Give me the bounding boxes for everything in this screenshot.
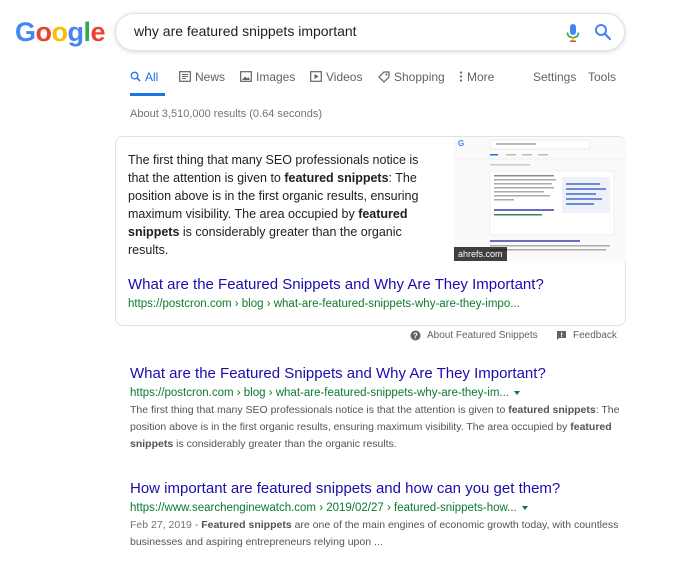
logo-letter: e (90, 17, 106, 47)
result-url[interactable]: https://www.searchenginewatch.com › 2019… (130, 502, 630, 514)
more-vert-icon (459, 71, 463, 82)
about-featured-snippets-label: About Featured Snippets (427, 330, 538, 341)
tab-label: Images (256, 70, 296, 84)
chevron-down-icon[interactable] (521, 506, 528, 510)
featured-snippet-image[interactable]: G ahrefs.com (454, 137, 626, 261)
image-icon (240, 71, 252, 82)
logo-letter: o (51, 17, 69, 47)
logo-letter: g (67, 17, 85, 47)
search-result: How important are featured snippets and … (130, 480, 630, 551)
bold-text-segment: featured snippets (284, 171, 389, 185)
result-url-text: https://postcron.com › blog › what-are-f… (130, 387, 510, 399)
tab-settings[interactable]: Settings (533, 70, 576, 96)
tab-all[interactable]: All (130, 70, 166, 96)
bold-text-segment: Featured snippets (201, 519, 292, 531)
newspaper-icon (179, 71, 191, 82)
result-description: The first thing that many SEO profession… (130, 402, 630, 453)
result-date: Feb 27, 2019 - (130, 519, 202, 531)
svg-text:?: ? (413, 331, 418, 340)
video-icon (310, 71, 322, 82)
search-input[interactable] (134, 23, 554, 39)
tab-images[interactable]: Images (240, 70, 295, 96)
tab-label: Shopping (394, 70, 445, 84)
bold-text-segment: featured snippets (508, 404, 596, 416)
serp-screenshot-thumbnail: G (454, 137, 626, 261)
feedback-link[interactable]: Feedback (556, 330, 617, 341)
search-icon (130, 71, 141, 82)
chevron-down-icon[interactable] (514, 391, 521, 395)
logo-letter: l (83, 17, 92, 47)
svg-text:G: G (458, 139, 464, 148)
tab-label: Videos (326, 70, 363, 84)
tab-tools[interactable]: Tools (588, 70, 616, 96)
search-result: What are the Featured Snippets and Why A… (130, 365, 630, 453)
google-logo[interactable]: Google (15, 17, 106, 48)
tab-videos[interactable]: Videos (310, 70, 362, 96)
result-title-link[interactable]: How important are featured snippets and … (130, 480, 630, 497)
feedback-icon (557, 331, 566, 340)
tab-shopping[interactable]: Shopping (378, 70, 445, 96)
text-segment: is considerably greater than the organic… (173, 438, 397, 450)
tab-label: Tools (588, 70, 617, 84)
search-icon[interactable] (594, 23, 612, 41)
featured-snippet-url[interactable]: https://postcron.com › blog › what-are-f… (128, 298, 520, 310)
image-source-caption: ahrefs.com (454, 247, 507, 261)
tab-label: News (195, 70, 226, 84)
result-url-text: https://www.searchenginewatch.com › 2019… (130, 502, 517, 514)
logo-letter: o (35, 17, 53, 47)
result-description: Feb 27, 2019 - Featured snippets are one… (130, 517, 630, 551)
tab-label: All (145, 70, 159, 84)
featured-snippet: The first thing that many SEO profession… (115, 136, 626, 326)
tag-icon (378, 71, 390, 83)
search-tabs: All News Images Videos Shopping More Set… (122, 70, 622, 96)
tab-more[interactable]: More (459, 70, 494, 96)
tab-news[interactable]: News (179, 70, 225, 96)
about-featured-snippets-link[interactable]: ? About Featured Snippets (410, 330, 538, 341)
tab-label: Settings (533, 70, 577, 84)
result-url[interactable]: https://postcron.com › blog › what-are-f… (130, 387, 630, 399)
text-segment: The first thing that many SEO profession… (130, 404, 509, 416)
microphone-icon[interactable] (565, 23, 581, 43)
featured-snippet-title-link[interactable]: What are the Featured Snippets and Why A… (128, 276, 544, 293)
tab-label: More (467, 70, 495, 84)
search-box[interactable] (115, 13, 625, 51)
result-title-link[interactable]: What are the Featured Snippets and Why A… (130, 365, 630, 382)
logo-letter: G (15, 17, 36, 47)
result-stats: About 3,510,000 results (0.64 seconds) (130, 108, 323, 120)
help-icon: ? (410, 330, 421, 341)
featured-snippet-text: The first thing that many SEO profession… (128, 151, 432, 259)
feedback-label: Feedback (573, 330, 617, 341)
